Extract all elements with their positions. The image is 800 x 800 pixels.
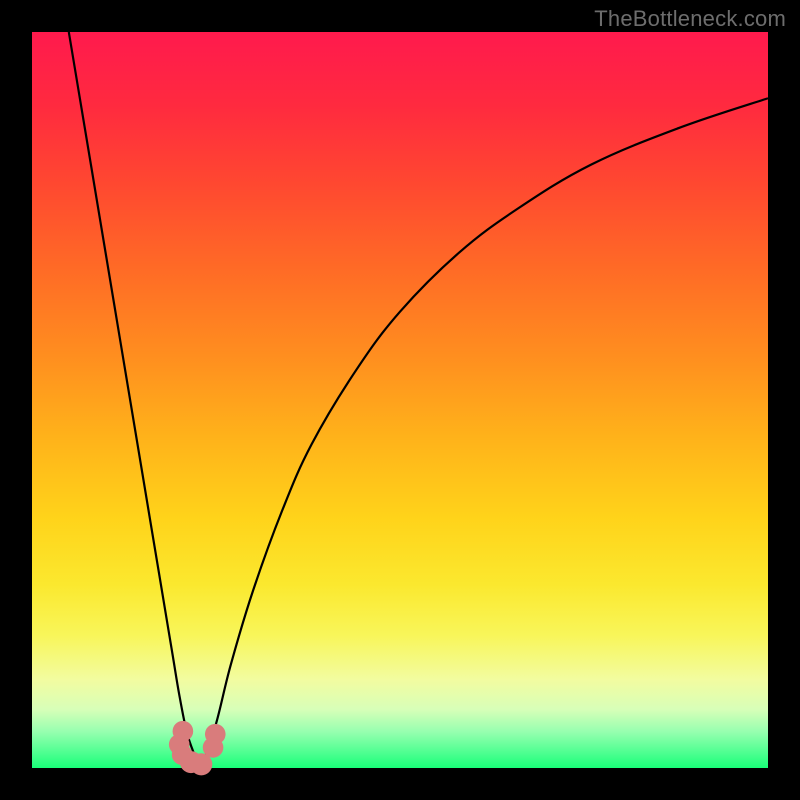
data-marker: [205, 724, 226, 745]
chart-svg: [32, 32, 768, 768]
plot-area: [32, 32, 768, 768]
curve-right-branch: [201, 98, 768, 768]
curve-left-branch: [69, 32, 201, 768]
watermark-text: TheBottleneck.com: [594, 6, 786, 32]
chart-frame: TheBottleneck.com: [0, 0, 800, 800]
data-markers: [169, 721, 226, 775]
